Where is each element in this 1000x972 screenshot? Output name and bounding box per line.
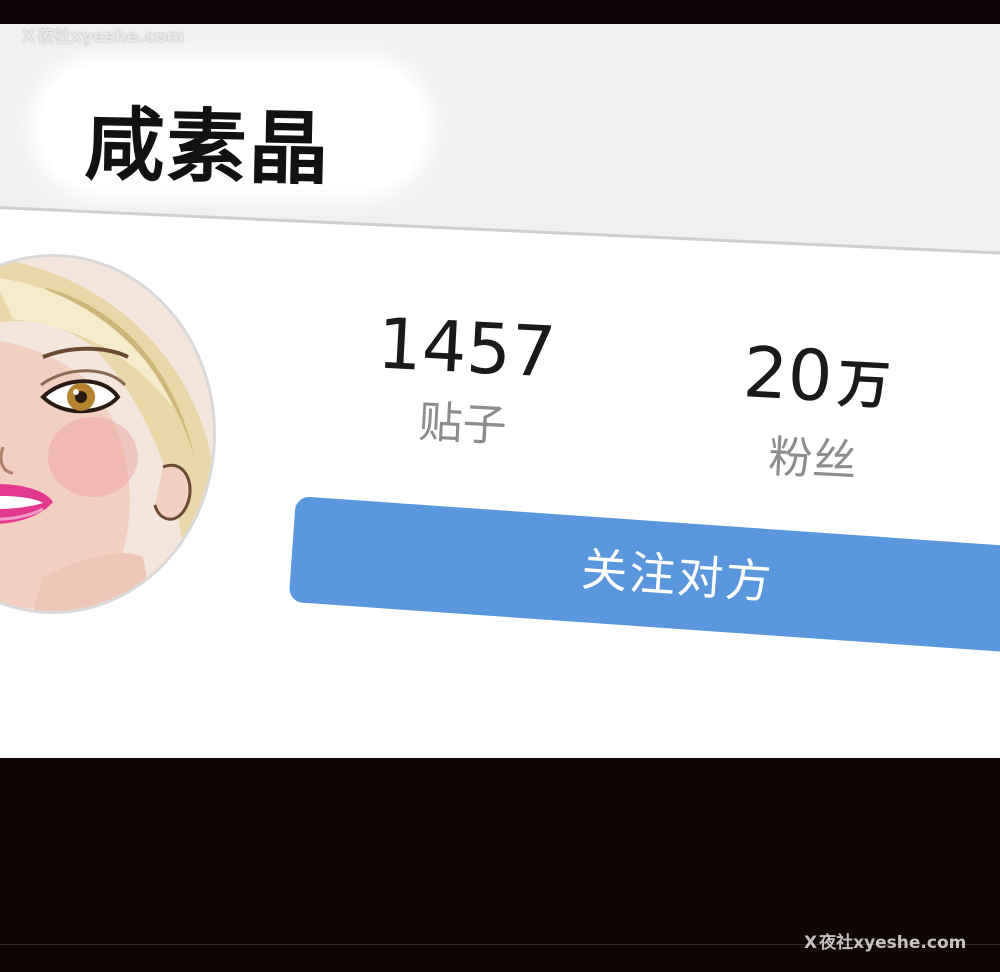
follow-button[interactable]: 关注对方 <box>288 496 1000 655</box>
avatar-illustration <box>0 257 213 611</box>
avatar[interactable] <box>0 254 216 614</box>
fans-count-row: 20万 <box>719 329 914 430</box>
watermark-logo-icon: X <box>22 27 36 47</box>
posts-count: 1457 <box>375 302 558 394</box>
screenshot-frame: 咸素晶 1457 贴子 20万 粉丝 关注对方 X 夜社xyeshe.com X… <box>0 0 1000 972</box>
watermark-top-text: 夜社xyeshe.com <box>37 27 185 47</box>
fans-label: 粉丝 <box>767 431 858 488</box>
fans-unit: 万 <box>836 354 892 417</box>
posts-label: 贴子 <box>417 396 508 453</box>
profile-name: 咸素晶 <box>83 97 332 197</box>
top-letterbox <box>0 0 1000 24</box>
fans-count: 20 <box>741 331 835 418</box>
posts-stat[interactable]: 1457 贴子 <box>356 301 573 458</box>
watermark-bottom-text: 夜社xyeshe.com <box>819 933 967 953</box>
watermark-bottom: X 夜社xyeshe.com <box>804 928 966 953</box>
watermark-logo-icon: X <box>804 933 818 953</box>
watermark-top: X 夜社xyeshe.com <box>22 22 184 47</box>
profile-card: 咸素晶 1457 贴子 20万 粉丝 关注对方 <box>0 24 1000 758</box>
fans-stat[interactable]: 20万 粉丝 <box>716 329 914 492</box>
